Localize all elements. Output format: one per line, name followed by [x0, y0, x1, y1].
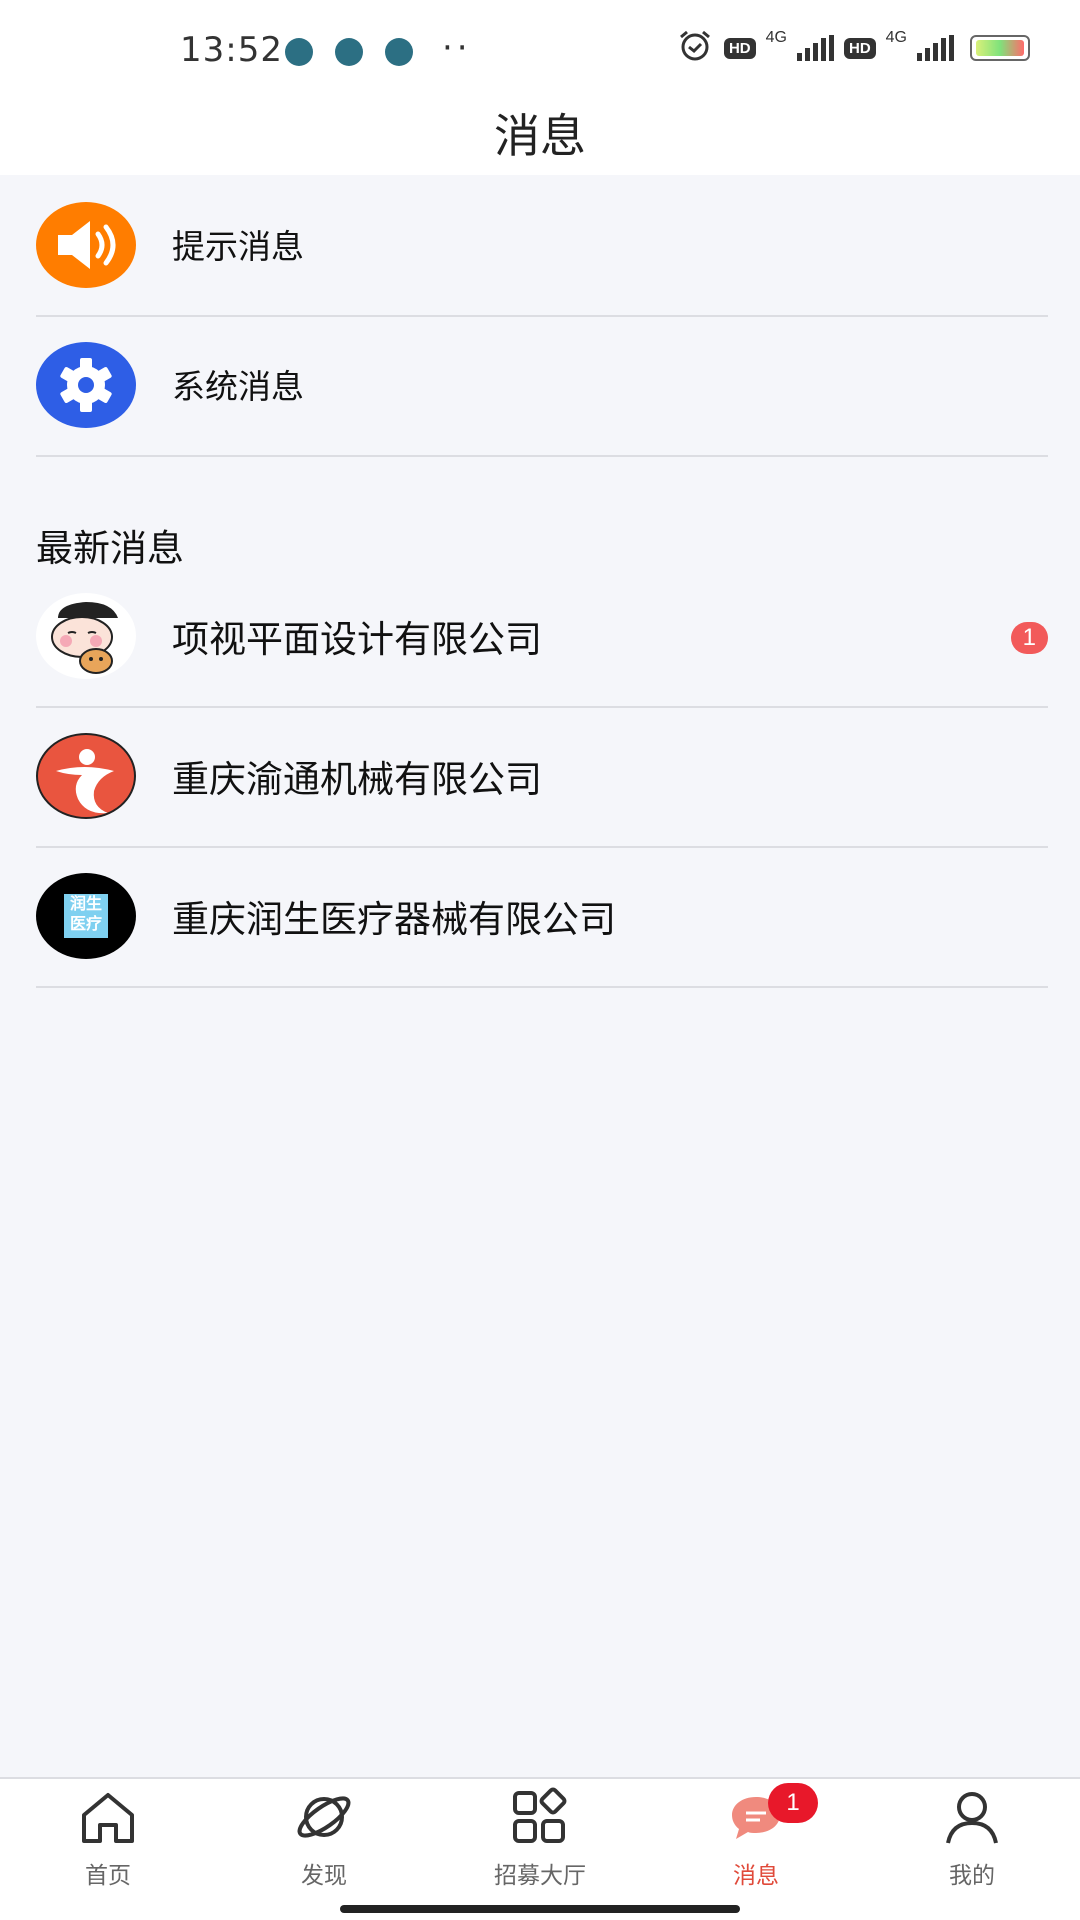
tab-home[interactable]: 首页	[0, 1779, 216, 1899]
app-notification-icon	[335, 38, 363, 66]
tab-messages-label: 消息	[733, 1863, 779, 1889]
network-type: 4G	[765, 29, 787, 46]
conversation-item[interactable]: 项视平面设计有限公司 1	[36, 566, 1048, 708]
avatar	[36, 593, 136, 679]
page-header: 消息	[0, 100, 1080, 175]
speaker-icon	[36, 202, 136, 288]
home-icon	[82, 1793, 134, 1843]
hd-badge: HD	[843, 37, 876, 59]
tab-recruit-hall[interactable]: 招募大厅	[432, 1779, 648, 1899]
system-messages-entry[interactable]: 系统消息	[36, 315, 1048, 457]
app-notification-icon	[285, 38, 313, 66]
latest-messages-heading: 最新消息	[36, 527, 184, 570]
status-time: 13:52	[180, 30, 283, 70]
system-messages-label: 系统消息	[172, 367, 304, 406]
planet-icon	[297, 1796, 351, 1838]
conversation-item[interactable]: 重庆渝通机械有限公司	[36, 706, 1048, 848]
tip-messages-label: 提示消息	[172, 227, 304, 266]
tab-recruit-hall-label: 招募大厅	[494, 1863, 586, 1889]
network-type: 4G	[885, 29, 907, 46]
battery-icon	[970, 35, 1030, 61]
conversation-item[interactable]: 润生医疗 重庆润生医疗器械有限公司	[36, 846, 1048, 988]
signal-icon	[917, 35, 954, 61]
status-app-icons	[285, 38, 413, 66]
hd-badge: HD	[723, 37, 756, 59]
tab-messages[interactable]: 1 消息	[648, 1779, 864, 1899]
conversation-company: 项视平面设计有限公司	[172, 618, 542, 661]
tip-messages-entry[interactable]: 提示消息	[36, 175, 1048, 317]
home-indicator[interactable]	[340, 1905, 740, 1913]
status-bar: 13:52 ·· HD 4G HD 4G	[0, 0, 1080, 100]
conversation-company: 重庆润生医疗器械有限公司	[172, 898, 616, 941]
tab-profile-label: 我的	[949, 1863, 995, 1889]
logo-text: 润生医疗	[64, 894, 108, 938]
company-logo-icon: 润生医疗	[36, 873, 136, 959]
bottom-nav: 首页 发现 招募大厅 1 消息 我的	[0, 1777, 1080, 1920]
company-logo-icon	[36, 733, 136, 819]
page-title: 消息	[494, 109, 586, 163]
tab-home-label: 首页	[85, 1863, 131, 1889]
grid-icon	[513, 1787, 567, 1843]
tab-profile[interactable]: 我的	[864, 1779, 1080, 1899]
more-dots-icon: ··	[442, 28, 472, 68]
tab-discover[interactable]: 发现	[216, 1779, 432, 1899]
conversation-company: 重庆渝通机械有限公司	[172, 758, 542, 801]
tab-discover-label: 发现	[301, 1863, 347, 1889]
person-icon	[946, 1792, 998, 1844]
status-indicators: HD 4G HD 4G	[676, 29, 1030, 66]
signal-icon	[796, 35, 834, 61]
unread-badge: 1	[1010, 622, 1048, 654]
alarm-icon	[676, 30, 714, 66]
tab-messages-badge: 1	[768, 1783, 818, 1823]
app-notification-icon	[385, 38, 413, 66]
gear-icon	[36, 342, 136, 428]
